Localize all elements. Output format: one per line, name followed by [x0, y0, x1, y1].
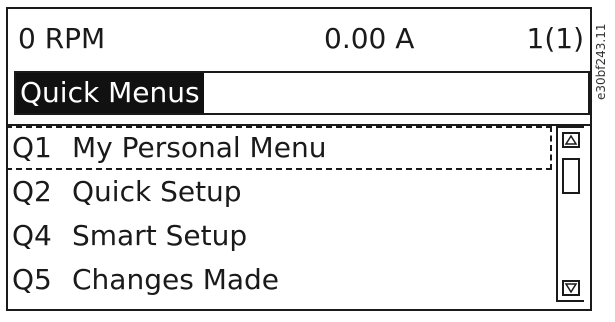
- menu-list: Q1 My Personal Menu Q2 Quick Setup Q4 Smart…: [6, 126, 554, 302]
- menu-item-label: My Personal Menu: [72, 131, 327, 164]
- status-speed: 0 RPM: [18, 22, 106, 55]
- menu-item-label: Quick Setup: [72, 175, 242, 208]
- menu-item-label: Smart Setup: [72, 219, 248, 252]
- menu-item-code: Q1: [12, 131, 52, 164]
- scroll-thumb[interactable]: [562, 158, 580, 194]
- scroll-down-button[interactable]: [562, 280, 580, 296]
- status-row: 0 RPM 0.00 A 1(1): [8, 9, 590, 69]
- triangle-up-icon: [564, 134, 578, 145]
- title-bar: Quick Menus: [14, 71, 590, 115]
- status-page-indicator: 1(1): [526, 22, 584, 55]
- menu-title: Quick Menus: [16, 73, 204, 113]
- status-current: 0.00 A: [324, 22, 415, 55]
- menu-item-q5[interactable]: Q5 Changes Made: [6, 258, 552, 302]
- menu-item-q2[interactable]: Q2 Quick Setup: [6, 170, 552, 214]
- scroll-up-button[interactable]: [562, 132, 580, 148]
- menu-item-code: Q5: [12, 263, 52, 296]
- menu-item-label: Changes Made: [72, 263, 280, 296]
- menu-item-code: Q2: [12, 175, 52, 208]
- menu-item-q1[interactable]: Q1 My Personal Menu: [6, 126, 552, 170]
- menu-item-q4[interactable]: Q4 Smart Setup: [6, 214, 552, 258]
- triangle-down-icon: [564, 283, 578, 294]
- scrollbar[interactable]: [556, 126, 584, 302]
- menu-item-code: Q4: [12, 219, 52, 252]
- figure-code: e30bf243.11: [594, 23, 608, 101]
